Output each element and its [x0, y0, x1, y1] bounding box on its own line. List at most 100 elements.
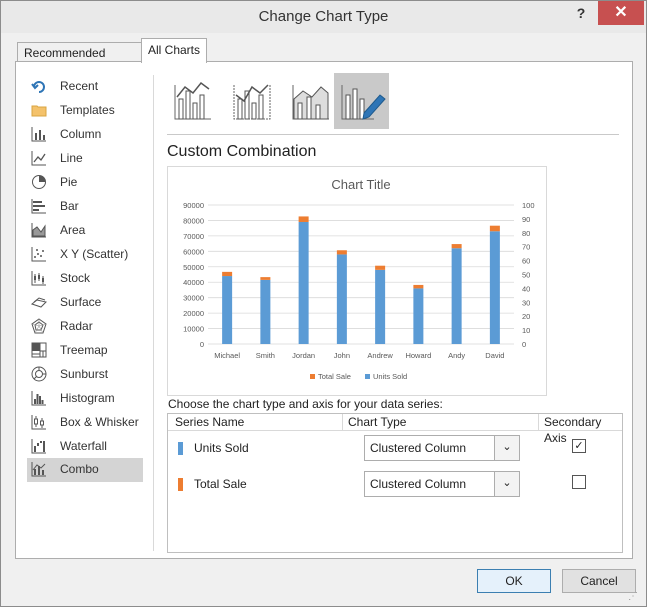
y-left-tick-label: 60000 — [183, 247, 204, 256]
y-left-tick-label: 90000 — [183, 201, 204, 210]
bar-total-sale — [222, 271, 233, 277]
sidebar-item-label: Line — [60, 151, 83, 165]
box-whisker-chart-icon — [31, 415, 46, 430]
legend-label: Total Sale — [318, 372, 351, 381]
x-tick-label: Andy — [448, 351, 465, 360]
chart-type-value: Clustered Column — [370, 477, 467, 491]
radar-chart-icon — [31, 318, 47, 334]
y-left-tick-label: 30000 — [183, 294, 204, 303]
header-divider — [538, 414, 539, 430]
help-button[interactable]: ? — [572, 5, 590, 25]
subtype-stacked-area-clustered-column[interactable] — [285, 73, 340, 129]
chart-title: Chart Title — [331, 177, 390, 192]
sidebar-item-column[interactable]: Column — [27, 123, 143, 145]
x-tick-label: Smith — [256, 351, 275, 360]
custom-combination-icon — [341, 85, 386, 120]
x-tick-label: John — [334, 351, 350, 360]
chart-type-dropdown[interactable]: Clustered Column ⌄ — [364, 471, 520, 497]
y-right-tick-label: 80 — [522, 229, 530, 238]
series-row-units-sold: Units Sold Clustered Column ⌄ ✓ — [168, 434, 622, 464]
column-chart-icon — [31, 127, 46, 142]
panel-divider — [153, 75, 154, 551]
subtype-clustered-column-line-secondary[interactable] — [226, 73, 281, 129]
sidebar-item-label: Column — [60, 127, 102, 141]
bar-total-sale — [451, 244, 462, 249]
bar-units-sold — [489, 231, 500, 344]
y-right-tick-label: 50 — [522, 271, 530, 280]
sidebar-item-sunburst[interactable]: Sunburst — [27, 363, 143, 385]
subtype-clustered-column-line[interactable] — [167, 73, 222, 129]
y-right-tick-label: 0 — [522, 340, 526, 349]
sidebar-item-label: X Y (Scatter) — [60, 247, 129, 261]
y-left-tick-label: 40000 — [183, 278, 204, 287]
y-left-tick-label: 20000 — [183, 309, 204, 318]
title-bar[interactable]: Change Chart Type ? ✕ — [1, 1, 646, 33]
sidebar-item-histogram[interactable]: Histogram — [27, 387, 143, 409]
y-right-tick-label: 100 — [522, 201, 535, 210]
bar-chart-icon — [31, 199, 46, 214]
bar-units-sold — [260, 279, 271, 344]
sidebar-item-label: Treemap — [60, 343, 108, 357]
histogram-chart-icon — [31, 391, 46, 406]
sidebar-item-label: Templates — [60, 103, 115, 117]
sidebar-item-label: Area — [60, 223, 86, 237]
y-left-tick-label: 50000 — [183, 263, 204, 272]
secondary-axis-checkbox[interactable] — [572, 475, 586, 489]
ok-button[interactable]: OK — [477, 569, 551, 593]
y-right-tick-label: 10 — [522, 326, 530, 335]
recent-icon — [31, 81, 45, 93]
sidebar-item-area[interactable]: Area — [27, 219, 143, 241]
clustered-column-line-icon — [174, 81, 211, 120]
sidebar-item-scatter[interactable]: X Y (Scatter) — [27, 243, 143, 265]
tab-recommended-charts[interactable]: Recommended Charts — [17, 42, 149, 80]
x-tick-label: David — [485, 351, 504, 360]
chevron-down-icon[interactable]: ⌄ — [494, 436, 519, 460]
sidebar-item-label: Sunburst — [60, 367, 109, 381]
y-right-tick-label: 90 — [522, 215, 530, 224]
x-tick-label: Michael — [214, 351, 240, 360]
close-button[interactable]: ✕ — [598, 1, 644, 25]
subtype-custom-combination[interactable] — [334, 73, 389, 129]
sidebar-item-surface[interactable]: Surface — [27, 291, 143, 313]
sidebar-item-label: Stock — [60, 271, 91, 285]
resize-grip[interactable]: ⋰ — [628, 591, 638, 602]
chevron-down-icon[interactable]: ⌄ — [494, 472, 519, 496]
y-left-tick-label: 10000 — [183, 325, 204, 334]
series-name: Total Sale — [194, 477, 247, 491]
sidebar-item-stock[interactable]: Stock — [27, 267, 143, 289]
y-left-tick-label: 70000 — [183, 232, 204, 241]
section-title: Custom Combination — [167, 143, 317, 160]
bar-units-sold — [375, 269, 386, 344]
y-right-tick-label: 40 — [522, 284, 530, 293]
sidebar-item-label: Pie — [60, 175, 78, 189]
y-right-tick-label: 60 — [522, 257, 530, 266]
sidebar-item-templates[interactable]: Templates — [27, 99, 143, 121]
sidebar-item-bar[interactable]: Bar — [27, 195, 143, 217]
x-tick-label: Jordan — [292, 351, 315, 360]
sidebar-item-waterfall[interactable]: Waterfall — [27, 435, 143, 457]
sidebar-item-line[interactable]: Line — [27, 147, 143, 169]
sidebar-item-recent[interactable]: Recent — [27, 75, 143, 97]
sidebar-item-pie[interactable]: Pie — [27, 171, 143, 193]
bar-units-sold — [222, 276, 233, 344]
x-tick-label: Howard — [405, 351, 431, 360]
cancel-button[interactable]: Cancel — [562, 569, 636, 593]
header-divider — [342, 414, 343, 430]
sidebar-item-label: Waterfall — [60, 439, 107, 453]
sidebar-item-box-whisker[interactable]: Box & Whisker — [27, 411, 143, 433]
header-secondary-axis: Secondary Axis — [544, 415, 602, 445]
sidebar-item-radar[interactable]: Radar — [27, 315, 143, 337]
series-prompt: Choose the chart type and axis for your … — [168, 397, 443, 411]
sidebar-item-combo[interactable]: Combo — [27, 458, 143, 482]
bar-units-sold — [298, 221, 309, 344]
sidebar-item-label: Bar — [60, 199, 79, 213]
bar-units-sold — [413, 288, 424, 344]
sidebar-item-label: Combo — [60, 462, 99, 476]
line-chart-icon — [31, 151, 46, 166]
chart-type-dropdown[interactable]: Clustered Column ⌄ — [364, 435, 520, 461]
secondary-axis-checkbox[interactable]: ✓ — [572, 439, 586, 453]
sidebar-item-label: Surface — [60, 295, 102, 309]
sidebar-item-treemap[interactable]: Treemap — [27, 339, 143, 361]
tab-all-charts[interactable]: All Charts — [141, 38, 207, 63]
series-config-grid: Series Name Chart Type Secondary Axis Un… — [167, 413, 623, 553]
